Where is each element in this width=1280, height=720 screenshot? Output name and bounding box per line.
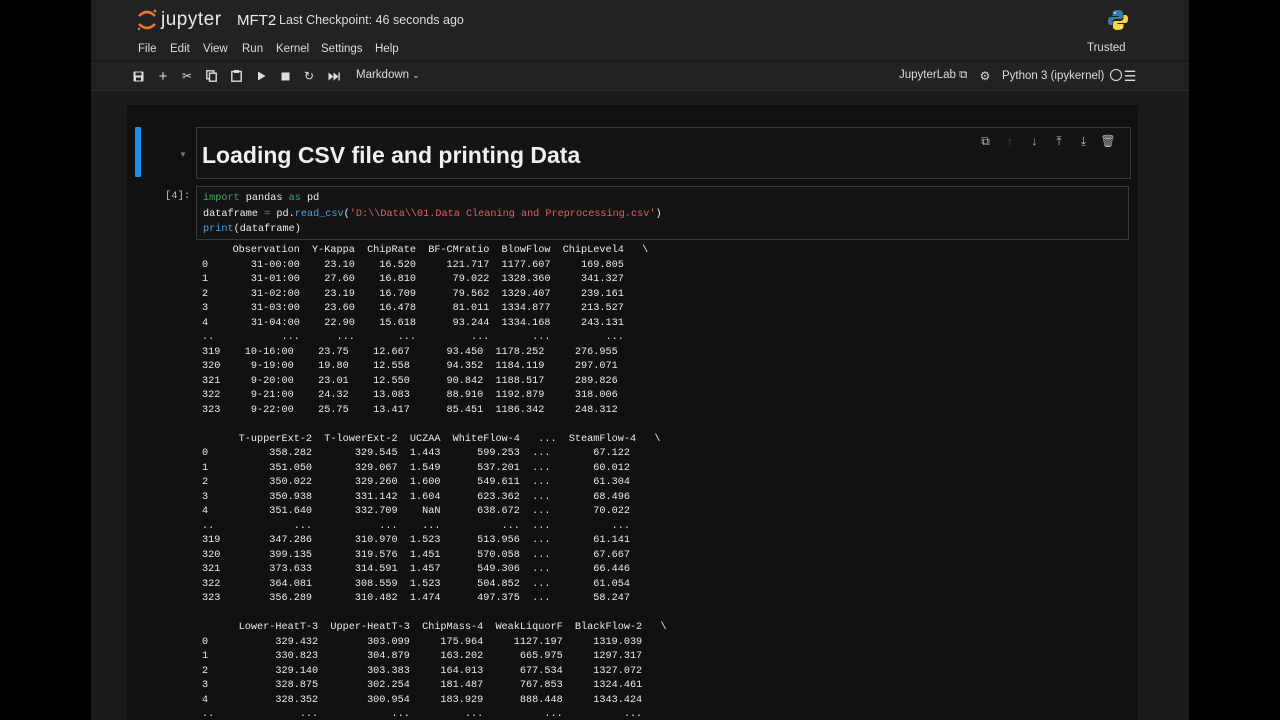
code-line: dataframe = pd.read_csv('D:\\Data\\01.Da… [203, 207, 1128, 223]
output-line: 1 330.823 304.879 163.202 665.975 1297.3… [202, 651, 643, 662]
trusted-indicator[interactable]: Trusted [1087, 42, 1126, 54]
active-cell-indicator [135, 127, 141, 177]
output-line: 1 31-01:00 27.60 16.810 79.022 1328.360 … [202, 274, 624, 285]
output-line: 4 328.352 300.954 183.929 888.448 1343.4… [202, 694, 643, 706]
run-icon[interactable] [252, 67, 270, 85]
logo-text: jupyter [161, 9, 222, 30]
menu-run[interactable]: Run [242, 43, 263, 55]
output-line: 321 9-20:00 23.01 12.550 90.842 1188.517… [202, 375, 618, 387]
output-line: 3 31-03:00 23.60 16.478 81.011 1334.877 … [202, 303, 624, 314]
output-line: 319 10-16:00 23.75 12.667 93.450 1178.25… [202, 346, 618, 358]
restart-icon[interactable]: ↻ [300, 67, 318, 85]
output-line: .. ... ... ... ... ... [202, 709, 643, 720]
delete-icon[interactable]: 🗑 [1100, 133, 1116, 149]
markdown-heading: Loading CSV file and printing Data [202, 142, 581, 168]
collapse-icon[interactable]: ▼ [179, 150, 187, 159]
output-line: 2 350.022 329.260 1.600 549.611 ... 61.3… [202, 477, 630, 488]
notebook-toolbar: + ✂ ↻ Markdown ⌄ JupyterLab ⧉ ⚙ Python 3… [91, 62, 1189, 91]
output-line: 0 31-00:00 23.10 16.520 121.717 1177.607… [202, 259, 624, 271]
code-token: pandas [239, 193, 289, 204]
move-down-icon[interactable]: ↓ [1027, 133, 1043, 149]
jupyter-logo-icon [137, 9, 157, 31]
output-line: 4 31-04:00 22.90 15.618 93.244 1334.168 … [202, 317, 624, 329]
cell-output: Observation Y-Kappa ChipRate BF-CMratio … [202, 244, 667, 720]
menu-settings[interactable]: Settings [321, 43, 363, 55]
output-line: 0 358.282 329.545 1.443 599.253 ... 67.1… [202, 448, 630, 459]
gear-icon[interactable]: ⚙ [976, 67, 994, 85]
jupyter-notebook-window: jupyter MFT2 Last Checkpoint: 46 seconds… [91, 0, 1189, 720]
output-line: 323 9-22:00 25.75 13.417 85.451 1186.342… [202, 404, 618, 416]
code-token: import [203, 193, 240, 204]
output-line: 320 399.135 319.576 1.451 570.058 ... 67… [202, 549, 630, 561]
jupyterlab-label: JupyterLab [899, 69, 956, 81]
paste-icon[interactable] [227, 67, 245, 85]
output-line: 3 350.938 331.142 1.604 623.362 ... 68.4… [202, 491, 630, 503]
menu-bar: File Edit View Run Kernel Settings Help … [91, 40, 1189, 60]
code-token: print [203, 224, 234, 235]
kernel-status[interactable]: Python 3 (ipykernel) [1002, 69, 1123, 82]
output-line: 3 328.875 302.254 181.487 767.853 1324.4… [202, 680, 643, 691]
code-line: import pandas as pd [203, 191, 1128, 207]
notebook-panel: ▼ Loading CSV file and printing Data ⧉ ↑… [127, 105, 1138, 720]
output-line: 0 329.432 303.099 175.964 1127.197 1319.… [202, 636, 643, 648]
code-token: 'D:\\Data\\01.Data Cleaning and Preproce… [349, 208, 656, 220]
code-token: (dataframe) [233, 224, 301, 235]
code-token: dataframe [203, 208, 265, 220]
checkpoint-status: Last Checkpoint: 46 seconds ago [279, 13, 464, 27]
output-line: T-upperExt-2 T-lowerExt-2 UCZAA WhiteFlo… [202, 433, 661, 445]
top-header: jupyter MFT2 Last Checkpoint: 46 seconds… [91, 0, 1189, 40]
markdown-cell[interactable]: Loading CSV file and printing Data ⧉ ↑ ↓… [196, 127, 1131, 179]
menu-view[interactable]: View [203, 43, 228, 55]
python-logo-icon [1108, 10, 1128, 30]
output-line: .. ... ... ... ... ... ... [202, 520, 630, 532]
output-line: 1 351.050 329.067 1.549 537.201 ... 60.0… [202, 462, 630, 474]
jupyter-logo[interactable]: jupyter [136, 8, 222, 32]
save-icon[interactable] [129, 67, 147, 85]
cut-icon[interactable]: ✂ [178, 67, 196, 85]
move-up-icon[interactable]: ↑ [1002, 133, 1018, 149]
output-line: 320 9-19:00 19.80 12.558 94.352 1184.119… [202, 361, 618, 372]
duplicate-icon[interactable]: ⧉ [978, 133, 994, 149]
code-cell[interactable]: import pandas as pd dataframe = pd.read_c… [196, 186, 1129, 240]
output-line: 321 373.633 314.591 1.457 549.306 ... 66… [202, 564, 630, 575]
menu-icon[interactable]: ☰ [1121, 67, 1139, 85]
code-token: pd [300, 193, 320, 204]
kernel-name-label: Python 3 (ipykernel) [1002, 70, 1105, 82]
output-line: 2 31-02:00 23.19 16.709 79.562 1329.407 … [202, 288, 624, 300]
output-line: Lower-HeatT-3 Upper-HeatT-3 ChipMass-4 W… [202, 622, 667, 633]
execution-prompt: [4]: [165, 190, 191, 202]
code-line: print(dataframe) [203, 222, 1128, 238]
output-line: 319 347.286 310.970 1.523 513.956 ... 61… [202, 535, 630, 546]
insert-below-icon[interactable]: ⤓ [1076, 133, 1092, 149]
cell-type-select[interactable]: Markdown ⌄ [356, 69, 420, 81]
output-line: Observation Y-Kappa ChipRate BF-CMratio … [202, 245, 649, 256]
jupyterlab-link[interactable]: JupyterLab ⧉ [899, 69, 967, 82]
code-token: ) [655, 208, 662, 220]
cell-type-label: Markdown [356, 69, 410, 81]
copy-icon[interactable] [202, 67, 220, 85]
code-token: as [288, 193, 301, 204]
menu-kernel[interactable]: Kernel [276, 43, 309, 55]
output-line: 323 356.289 310.482 1.474 497.375 ... 58… [202, 593, 630, 604]
stop-icon[interactable] [276, 67, 294, 85]
menu-file[interactable]: File [138, 43, 157, 55]
notebook-name[interactable]: MFT2 [237, 12, 276, 29]
external-link-icon: ⧉ [959, 69, 968, 81]
fast-forward-icon[interactable] [325, 67, 343, 85]
add-cell-icon[interactable]: + [154, 67, 172, 85]
output-line: .. ... ... ... ... ... ... [202, 332, 624, 343]
output-line: 4 351.640 332.709 NaN 638.672 ... 70.022 [202, 506, 630, 517]
output-line: 322 9-21:00 24.32 13.083 88.910 1192.879… [202, 390, 618, 401]
cell-actions: ⧉ ↑ ↓ ⤒ ⤓ 🗑 [969, 133, 1116, 149]
insert-above-icon[interactable]: ⤒ [1051, 133, 1067, 149]
output-line: 2 329.140 303.383 164.013 677.534 1327.0… [202, 665, 643, 677]
output-line: 322 364.081 308.559 1.523 504.852 ... 61… [202, 578, 630, 590]
code-token: read_csv [294, 208, 344, 220]
chevron-down-icon: ⌄ [412, 70, 420, 80]
menu-help[interactable]: Help [375, 43, 399, 55]
code-token: pd. [270, 208, 295, 220]
menu-edit[interactable]: Edit [170, 43, 190, 55]
